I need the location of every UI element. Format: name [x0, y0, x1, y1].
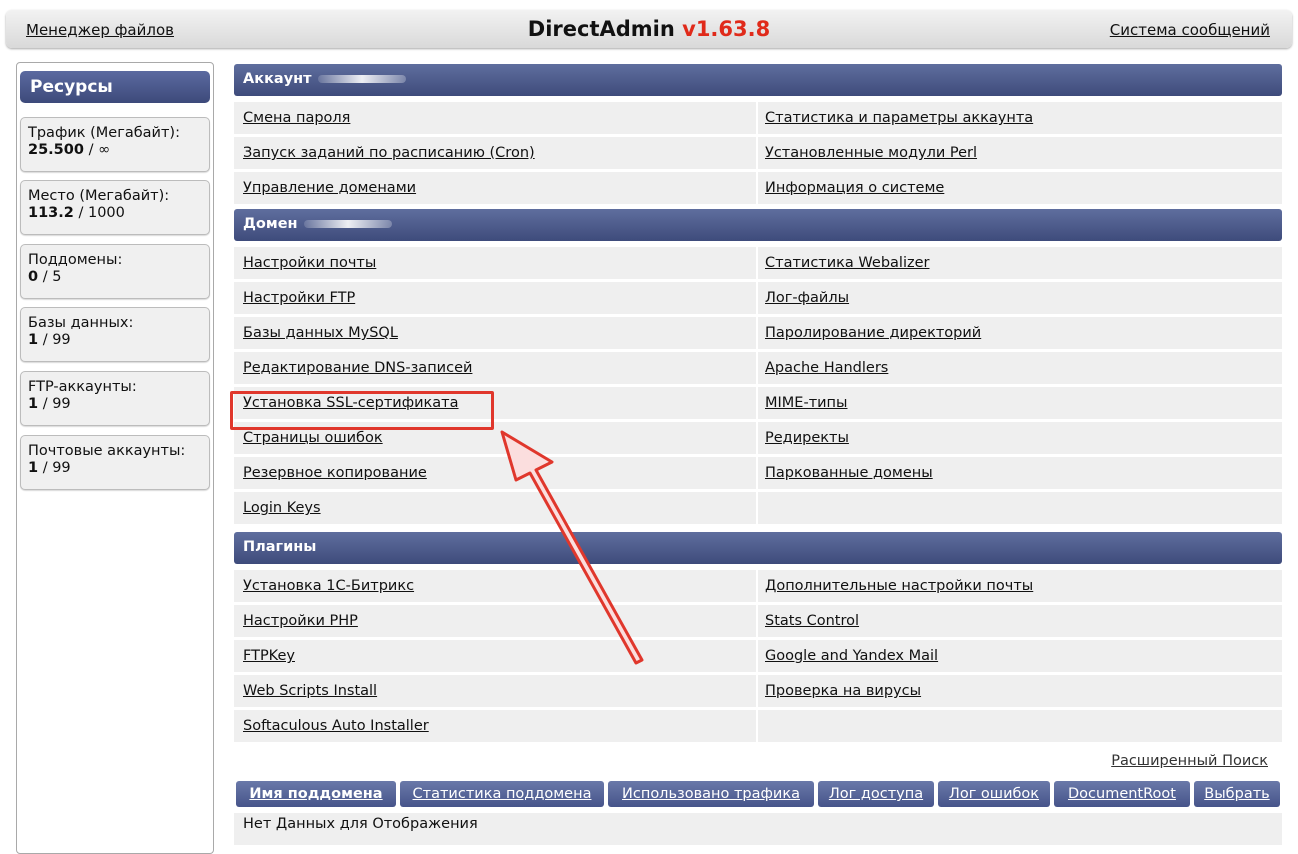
subdomain-table-header: Имя поддомена Статистика поддомена Испол…	[234, 781, 1282, 811]
resource-limit: / 1000	[73, 205, 125, 221]
ftp-settings-link[interactable]: Настройки FTP	[243, 282, 355, 314]
softaculous-link[interactable]: Softaculous Auto Installer	[243, 710, 429, 742]
redirects-link[interactable]: Редиректы	[765, 422, 849, 454]
bitrix-install-link[interactable]: Установка 1С-Битрикс	[243, 570, 414, 602]
message-system-link[interactable]: Система сообщений	[1110, 21, 1270, 39]
change-password-link[interactable]: Смена пароля	[243, 102, 350, 134]
section-title: Домен	[243, 216, 298, 232]
menu-row: FTPKey Google and Yandex Mail	[234, 640, 1282, 674]
mime-types-link[interactable]: MIME-типы	[765, 387, 848, 419]
virus-scan-link[interactable]: Проверка на вирусы	[765, 675, 921, 707]
backup-link[interactable]: Резервное копирование	[243, 457, 427, 489]
php-settings-link[interactable]: Настройки PHP	[243, 605, 358, 637]
resource-subdomains: Поддомены: 0 / 5	[20, 244, 210, 299]
dns-records-link[interactable]: Редактирование DNS-записей	[243, 352, 472, 384]
menu-row: Настройки PHP Stats Control	[234, 605, 1282, 639]
resource-disk-space: Место (Мегабайт): 113.2 / 1000	[20, 180, 210, 235]
section-header-domain: Домен	[234, 209, 1282, 241]
section-title: Плагины	[243, 539, 317, 555]
column-subdomain-stats[interactable]: Статистика поддомена	[400, 781, 604, 807]
menu-row: Login Keys	[234, 492, 1282, 526]
resource-used: 1	[28, 460, 39, 476]
menu-row: Базы данных MySQL Паролирование директор…	[234, 317, 1282, 351]
stats-control-link[interactable]: Stats Control	[765, 605, 859, 637]
extra-mail-settings-link[interactable]: Дополнительные настройки почты	[765, 570, 1033, 602]
resource-ftp-accounts: FTP-аккаунты: 1 / 99	[20, 371, 210, 426]
resource-used: 0	[28, 269, 39, 285]
system-info-link[interactable]: Информация о системе	[765, 172, 944, 204]
webalizer-stats-link[interactable]: Статистика Webalizer	[765, 247, 929, 279]
password-protected-dirs-link[interactable]: Паролирование директорий	[765, 317, 981, 349]
resource-used: 1	[28, 396, 39, 412]
resource-limit: / ∞	[83, 142, 111, 158]
advanced-search-link[interactable]: Расширенный Поиск	[1111, 753, 1268, 769]
mail-settings-link[interactable]: Настройки почты	[243, 247, 376, 279]
top-bar: Менеджер файлов DirectAdmin v1.63.8 Сист…	[6, 10, 1292, 48]
brand-name: DirectAdmin	[527, 17, 675, 41]
resource-traffic: Трафик (Мегабайт): 25.500 / ∞	[20, 117, 210, 172]
column-select[interactable]: Выбрать	[1194, 781, 1280, 807]
apache-handlers-link[interactable]: Apache Handlers	[765, 352, 888, 384]
mysql-databases-link[interactable]: Базы данных MySQL	[243, 317, 398, 349]
resource-label: FTP-аккаунты:	[28, 379, 137, 395]
menu-row: Настройки почты Статистика Webalizer	[234, 247, 1282, 281]
resource-used: 1	[28, 332, 39, 348]
menu-row: Установка SSL-сертификата MIME-типы	[234, 387, 1282, 421]
account-stats-link[interactable]: Статистика и параметры аккаунта	[765, 102, 1033, 134]
resource-label: Место (Мегабайт):	[28, 188, 170, 204]
resource-label: Трафик (Мегабайт):	[28, 125, 180, 141]
section-header-plugins: Плагины	[234, 532, 1282, 564]
menu-row: Резервное копирование Паркованные домены	[234, 457, 1282, 491]
menu-row: Установка 1С-Битрикс Дополнительные наст…	[234, 570, 1282, 604]
empty-table-message: Нет Данных для Отображения	[234, 813, 1282, 845]
menu-row: Смена пароля Статистика и параметры акка…	[234, 102, 1282, 136]
parked-domains-link[interactable]: Паркованные домены	[765, 457, 933, 489]
section-header-account: Аккаунт	[234, 64, 1282, 96]
cron-jobs-link[interactable]: Запуск заданий по расписанию (Cron)	[243, 137, 535, 169]
menu-row: Web Scripts Install Проверка на вирусы	[234, 675, 1282, 709]
menu-row: Управление доменами Информация о системе	[234, 172, 1282, 206]
column-traffic-used[interactable]: Использовано трафика	[608, 781, 814, 807]
resource-used: 25.500	[28, 142, 84, 158]
version-label: v1.63.8	[682, 17, 771, 41]
app-title: DirectAdmin v1.63.8	[6, 17, 1292, 41]
domain-management-link[interactable]: Управление доменами	[243, 172, 416, 204]
ssl-certificate-link[interactable]: Установка SSL-сертификата	[243, 387, 459, 419]
column-access-log[interactable]: Лог доступа	[818, 781, 934, 807]
column-error-log[interactable]: Лог ошибок	[938, 781, 1050, 807]
resource-mail-accounts: Почтовые аккаунты: 1 / 99	[20, 435, 210, 490]
resource-databases: Базы данных: 1 / 99	[20, 307, 210, 362]
resources-title: Ресурсы	[20, 71, 210, 103]
menu-row: Softaculous Auto Installer	[234, 710, 1282, 744]
column-subdomain-name[interactable]: Имя поддомена	[236, 781, 396, 807]
menu-row: Настройки FTP Лог-файлы	[234, 282, 1282, 316]
column-document-root[interactable]: DocumentRoot	[1054, 781, 1190, 807]
menu-row: Редактирование DNS-записей Apache Handle…	[234, 352, 1282, 386]
resource-label: Базы данных:	[28, 315, 134, 331]
log-files-link[interactable]: Лог-файлы	[765, 282, 849, 314]
error-pages-link[interactable]: Страницы ошибок	[243, 422, 383, 454]
resource-used: 113.2	[28, 205, 74, 221]
ftpkey-link[interactable]: FTPKey	[243, 640, 295, 672]
web-scripts-install-link[interactable]: Web Scripts Install	[243, 675, 377, 707]
resources-sidebar: Ресурсы Трафик (Мегабайт): 25.500 / ∞ Ме…	[16, 62, 214, 854]
google-yandex-mail-link[interactable]: Google and Yandex Mail	[765, 640, 938, 672]
menu-row: Страницы ошибок Редиректы	[234, 422, 1282, 456]
login-keys-link[interactable]: Login Keys	[243, 492, 321, 524]
resource-limit: / 99	[38, 396, 71, 412]
redacted-username	[317, 75, 406, 83]
resource-limit: / 99	[38, 460, 71, 476]
resource-limit: / 5	[38, 269, 62, 285]
perl-modules-link[interactable]: Установленные модули Perl	[765, 137, 977, 169]
redacted-domain	[303, 220, 392, 228]
resource-limit: / 99	[38, 332, 71, 348]
section-title: Аккаунт	[243, 71, 312, 87]
resource-label: Поддомены:	[28, 252, 123, 268]
resource-label: Почтовые аккаунты:	[28, 443, 186, 459]
menu-row: Запуск заданий по расписанию (Cron) Уста…	[234, 137, 1282, 171]
